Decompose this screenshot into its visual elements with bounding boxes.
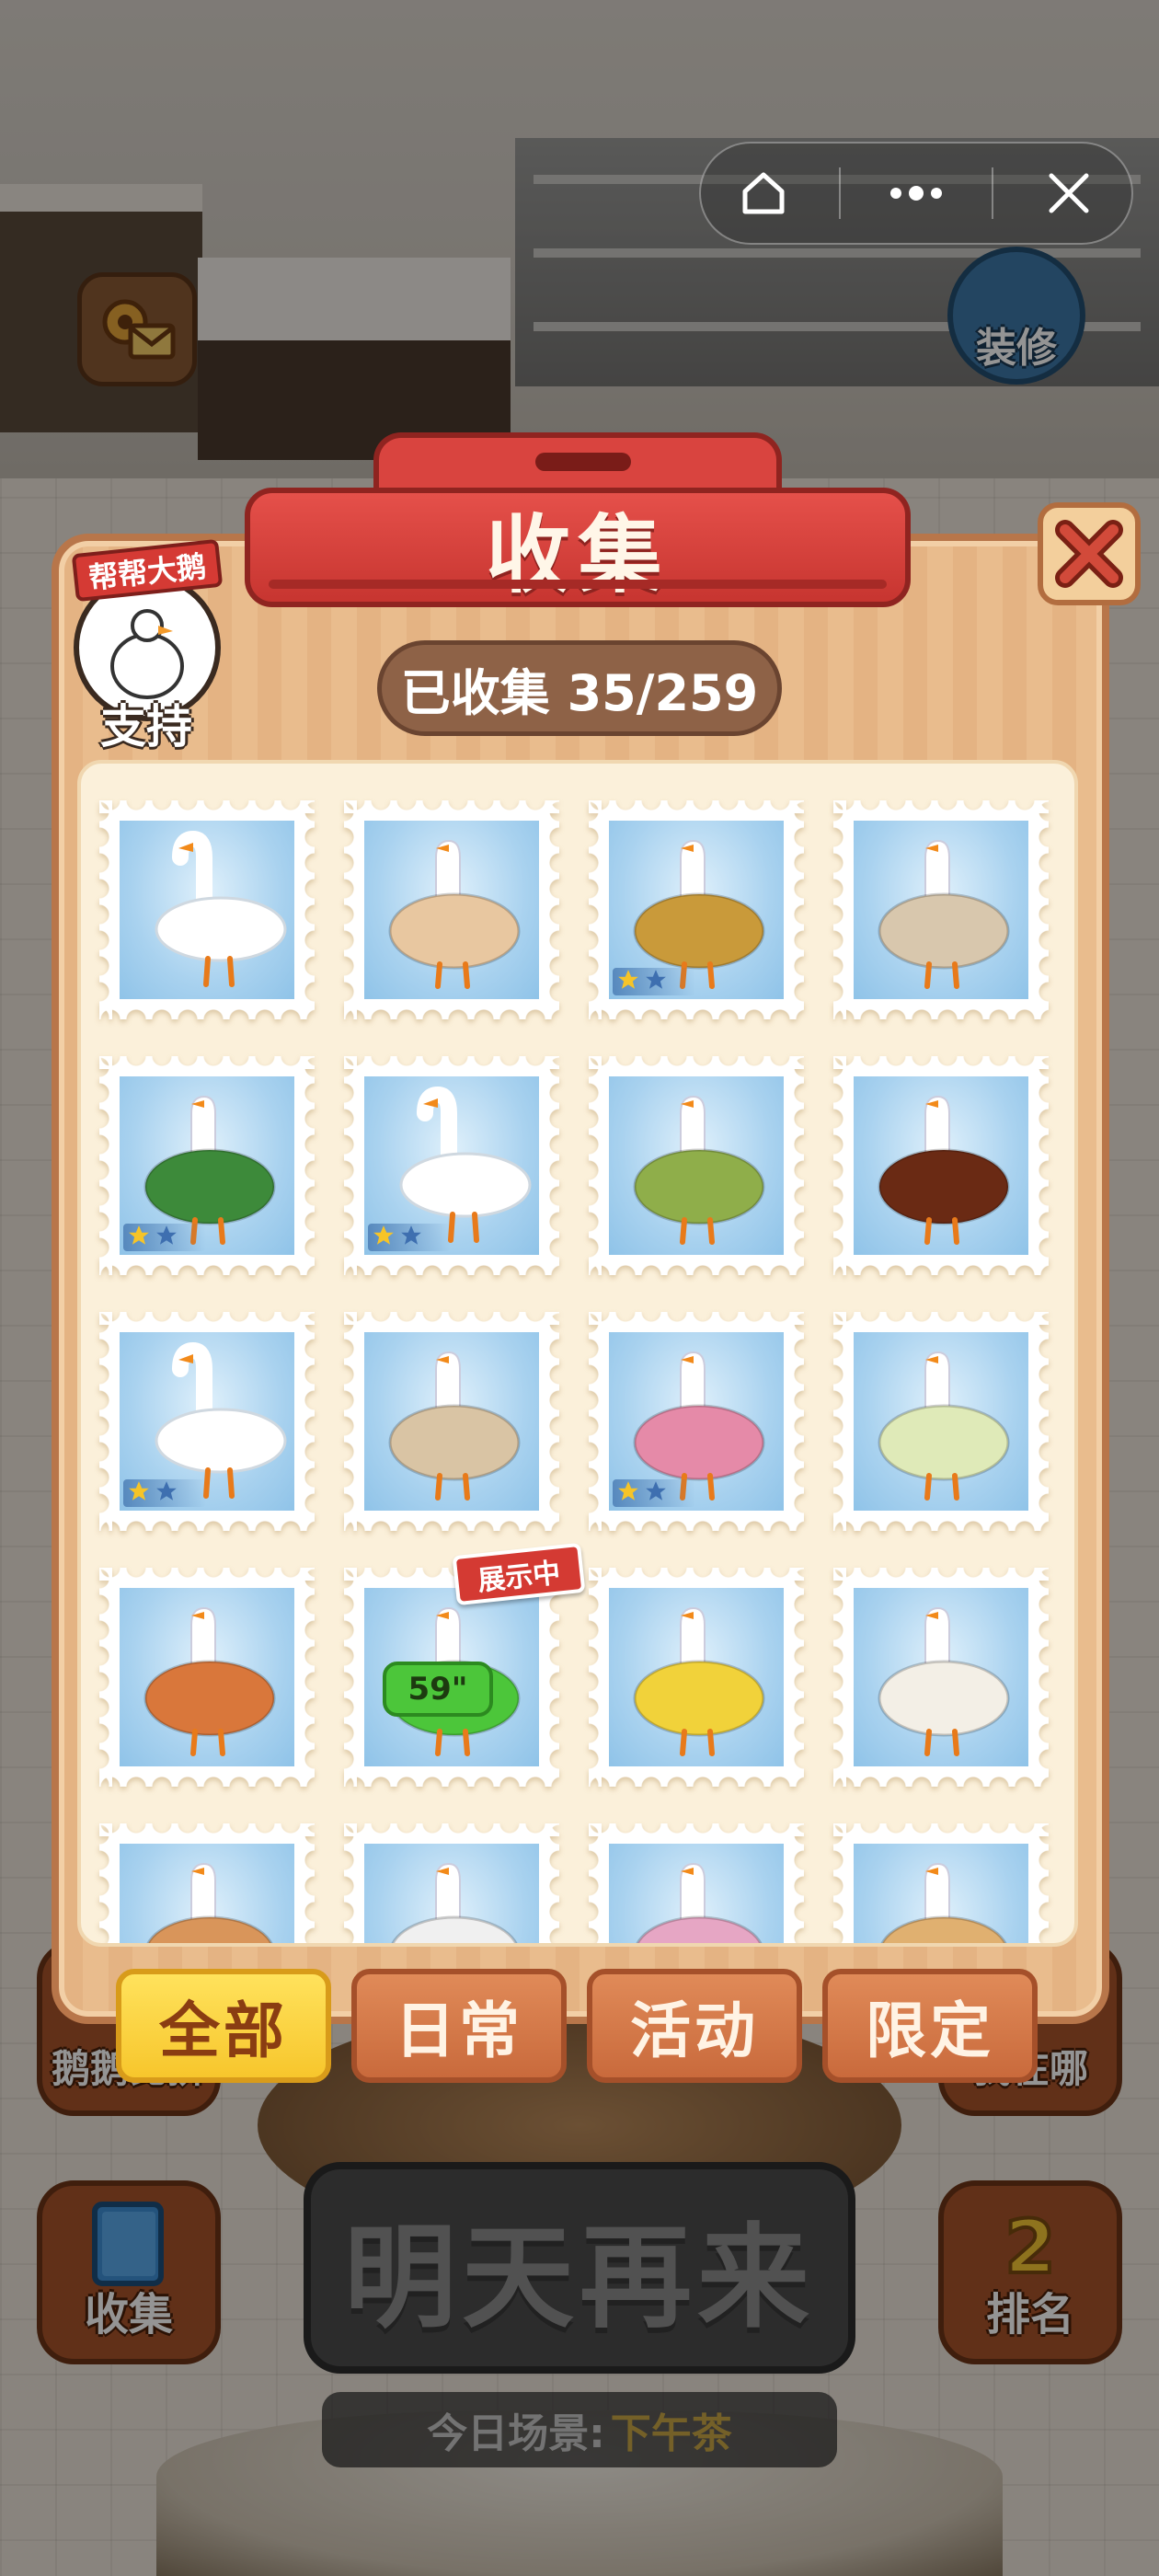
collection-item-roll-goose[interactable] — [344, 800, 559, 1019]
gold-star-icon — [129, 1225, 149, 1245]
pink-goose-icon — [636, 1862, 763, 1943]
more-button[interactable] — [866, 147, 967, 239]
voice-duration: 59" — [383, 1662, 493, 1717]
exit-button[interactable] — [1018, 147, 1119, 239]
collection-item-voice-message-goose[interactable]: 59" — [344, 1568, 559, 1787]
filter-tabs: 全部 日常 活动 限定 — [116, 1969, 1045, 2088]
tab-limited[interactable]: 限定 — [822, 1969, 1038, 2083]
item-stars — [613, 968, 695, 995]
collection-item-cabbage-goose[interactable] — [833, 1312, 1049, 1531]
collection-item-muffin-goose[interactable] — [99, 1568, 315, 1787]
collection-item-teapot-goose[interactable] — [344, 1823, 559, 1943]
collection-item-pink-goose[interactable] — [589, 1823, 804, 1943]
gold-star-icon — [618, 1481, 638, 1501]
tab-daily[interactable]: 日常 — [351, 1969, 567, 2083]
on-display-badge: 展示中 — [452, 1542, 586, 1606]
roll-goose-icon — [388, 839, 521, 989]
blue-star-icon — [401, 1225, 421, 1245]
tofu-goose-icon — [878, 1606, 1010, 1756]
collection-item-chestnut-goose[interactable] — [833, 1056, 1049, 1275]
collection-item-bread-goose[interactable] — [344, 1312, 559, 1531]
item-stars — [123, 1224, 206, 1251]
collection-item-zongzi-goose[interactable] — [589, 1056, 804, 1275]
collected-counter: 已收集 35/259 — [377, 640, 782, 736]
collection-item-tofu-goose[interactable] — [833, 1568, 1049, 1787]
close-icon — [1049, 173, 1089, 213]
tab-event[interactable]: 活动 — [587, 1969, 802, 2083]
cabbage-goose-icon — [878, 1351, 1010, 1501]
collection-item-plain-goose[interactable] — [99, 800, 315, 1019]
collection-item-straw-hat-goose[interactable] — [344, 1056, 559, 1275]
plain-goose-icon — [155, 830, 287, 987]
tab-all[interactable]: 全部 — [116, 1969, 331, 2083]
collection-item-macaron-goose[interactable] — [589, 1312, 804, 1531]
panel-title: 收集 — [485, 505, 670, 604]
goose-hands-icon — [110, 609, 184, 699]
bread-goose-icon — [388, 1351, 521, 1501]
collection-item-collar-goose[interactable] — [99, 1312, 315, 1531]
item-stars — [368, 1224, 451, 1251]
title-plate: 收集 — [245, 432, 911, 616]
home-button[interactable] — [713, 147, 814, 239]
mini-program-capsule — [699, 142, 1133, 245]
panel-close-button[interactable] — [1038, 502, 1141, 605]
item-stars — [123, 1479, 206, 1507]
support-badge-button[interactable]: 帮帮大鹅 支持 — [68, 537, 224, 753]
item-stars — [613, 1479, 695, 1507]
corn-goose-icon — [633, 1606, 765, 1756]
collection-item-bun-goose[interactable] — [833, 1823, 1049, 1943]
collection-item-corn-goose[interactable] — [589, 1568, 804, 1787]
gold-star-icon — [129, 1481, 149, 1501]
chestnut-goose-icon — [878, 1095, 1010, 1245]
pie-goose-icon — [146, 1862, 273, 1943]
close-icon — [1055, 520, 1123, 588]
zongzi-goose-icon — [633, 1095, 765, 1245]
collection-item-hairdryer-goose[interactable] — [589, 800, 804, 1019]
bun-goose-icon — [880, 1862, 1007, 1943]
collection-item-pie-goose[interactable] — [99, 1823, 315, 1943]
home-icon — [742, 172, 785, 214]
support-label: 支持 — [100, 700, 192, 753]
blue-star-icon — [646, 1481, 666, 1501]
teapot-goose-icon — [391, 1862, 518, 1943]
rice-cake-goose-icon — [878, 839, 1010, 989]
blue-star-icon — [156, 1481, 177, 1501]
gold-star-icon — [618, 970, 638, 989]
blue-star-icon — [646, 970, 666, 989]
muffin-goose-icon — [143, 1606, 276, 1756]
collection-item-rice-cake-goose[interactable] — [833, 800, 1049, 1019]
collection-grid[interactable]: 59" 展示中 — [77, 760, 1078, 1947]
blue-star-icon — [156, 1225, 177, 1245]
collection-item-watermelon-goose[interactable] — [99, 1056, 315, 1275]
more-dots-icon — [889, 186, 942, 201]
gold-star-icon — [373, 1225, 394, 1245]
